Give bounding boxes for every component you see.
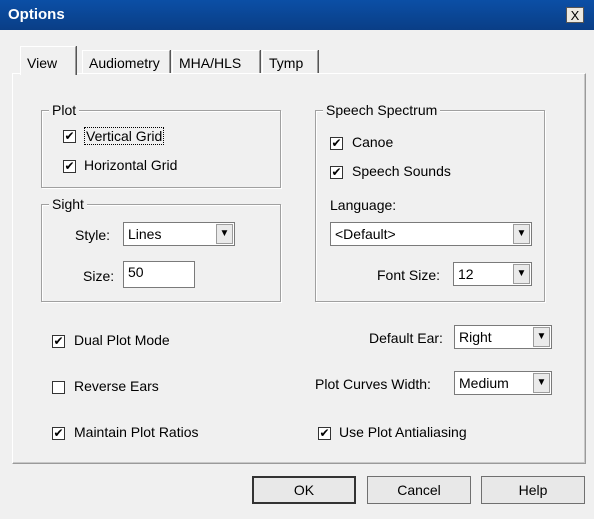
tab-label: Tymp (269, 55, 304, 71)
chevron-down-icon[interactable]: ▼ (216, 224, 233, 244)
use-plot-antialiasing-checkbox[interactable]: ✔ (318, 427, 331, 440)
use-plot-antialiasing-label[interactable]: Use Plot Antialiasing (339, 424, 467, 440)
help-button[interactable]: Help (481, 476, 585, 504)
chevron-down-icon[interactable]: ▼ (533, 327, 550, 347)
tab-view[interactable]: View (20, 46, 76, 75)
default-ear-label: Default Ear: (369, 330, 443, 346)
reverse-ears-label[interactable]: Reverse Ears (74, 378, 159, 394)
maintain-plot-ratios-checkbox[interactable]: ✔ (52, 427, 65, 440)
ok-button[interactable]: OK (252, 476, 356, 504)
check-icon: ✔ (331, 136, 342, 150)
check-icon: ✔ (53, 426, 64, 440)
tab-label: MHA/HLS (179, 55, 242, 71)
size-label: Size: (83, 268, 115, 284)
chevron-down-icon[interactable]: ▼ (533, 373, 550, 393)
speech-sounds-label[interactable]: Speech Sounds (352, 163, 451, 179)
language-label: Language: (330, 197, 397, 213)
close-icon: X (570, 8, 580, 23)
plot-group (41, 110, 281, 188)
maintain-plot-ratios-label[interactable]: Maintain Plot Ratios (74, 424, 199, 440)
cancel-button[interactable]: Cancel (367, 476, 471, 504)
font-size-select[interactable]: 12 ▼ (453, 262, 532, 286)
chevron-down-icon[interactable]: ▼ (513, 264, 530, 284)
default-ear-select-value: Right (459, 329, 492, 345)
plot-curves-width-label: Plot Curves Width: (315, 376, 431, 392)
language-select-value: <Default> (335, 226, 396, 242)
reverse-ears-checkbox[interactable] (52, 381, 65, 394)
check-icon: ✔ (64, 129, 75, 143)
window-title: Options (8, 6, 65, 23)
check-icon: ✔ (53, 334, 64, 348)
tab-audiometry[interactable]: Audiometry (82, 50, 170, 74)
vertical-grid-checkbox[interactable]: ✔ (63, 130, 76, 143)
plot-group-legend: Plot (49, 102, 80, 118)
font-size-label: Font Size: (377, 267, 441, 283)
language-select[interactable]: <Default> ▼ (330, 222, 532, 246)
size-field[interactable]: 50 (123, 261, 195, 288)
check-icon: ✔ (331, 165, 342, 179)
speech-spectrum-legend: Speech Spectrum (323, 102, 441, 118)
check-icon: ✔ (64, 159, 75, 173)
tab-label: View (27, 55, 58, 71)
dual-plot-mode-label[interactable]: Dual Plot Mode (74, 332, 170, 348)
chevron-down-icon[interactable]: ▼ (513, 224, 530, 244)
canoe-label[interactable]: Canoe (352, 134, 393, 150)
style-select[interactable]: Lines ▼ (123, 222, 235, 246)
default-ear-select[interactable]: Right ▼ (454, 325, 552, 349)
size-field-value: 50 (128, 264, 144, 280)
style-label: Style: (75, 227, 111, 243)
canoe-checkbox[interactable]: ✔ (330, 137, 343, 150)
speech-sounds-checkbox[interactable]: ✔ (330, 166, 343, 179)
close-button[interactable]: X (566, 7, 584, 23)
sight-group-legend: Sight (49, 196, 87, 212)
tab-label: Audiometry (89, 55, 160, 71)
tab-mha-hls[interactable]: MHA/HLS (172, 50, 260, 74)
horizontal-grid-label[interactable]: Horizontal Grid (84, 157, 177, 173)
tab-tymp[interactable]: Tymp (262, 50, 318, 74)
style-select-value: Lines (128, 226, 162, 242)
horizontal-grid-checkbox[interactable]: ✔ (63, 160, 76, 173)
check-icon: ✔ (319, 426, 330, 440)
font-size-select-value: 12 (458, 266, 474, 282)
vertical-grid-label[interactable]: Vertical Grid (84, 127, 165, 145)
dual-plot-mode-checkbox[interactable]: ✔ (52, 335, 65, 348)
plot-curves-width-select-value: Medium (459, 375, 509, 391)
title-bar (0, 0, 594, 30)
plot-curves-width-select[interactable]: Medium ▼ (454, 371, 552, 395)
